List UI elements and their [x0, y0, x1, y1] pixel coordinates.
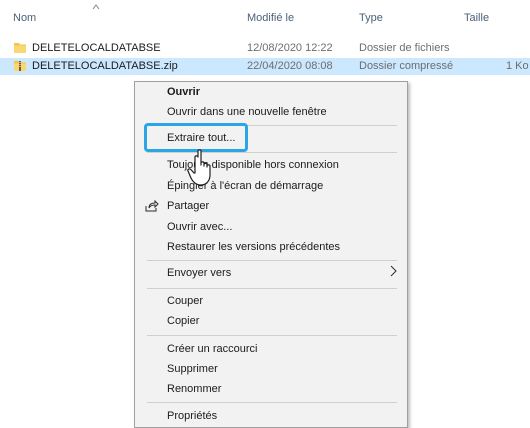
file-modified: 12/08/2020 12:22 [247, 42, 333, 54]
menu-item-share[interactable]: Partager [167, 200, 209, 212]
menu-separator [147, 260, 397, 261]
zip-folder-icon [14, 61, 26, 71]
file-name: DELETELOCALDATABSE.zip [32, 60, 178, 72]
file-modified: 22/04/2020 08:08 [247, 60, 333, 72]
menu-item-cut[interactable]: Couper [167, 295, 203, 307]
menu-item-open-new-window[interactable]: Ouvrir dans une nouvelle fenêtre [167, 106, 327, 118]
sort-ascending-icon [92, 4, 100, 10]
file-row-zip[interactable]: DELETELOCALDATABSE.zip 22/04/2020 08:08 … [0, 58, 530, 75]
file-row-folder[interactable]: DELETELOCALDATABSE 12/08/2020 12:22 Doss… [0, 40, 530, 57]
context-menu: Ouvrir Ouvrir dans une nouvelle fenêtre … [134, 81, 408, 428]
column-header-modified[interactable]: Modifié le [247, 12, 294, 24]
file-type: Dossier compressé [359, 60, 454, 72]
menu-item-copy[interactable]: Copier [167, 315, 199, 327]
menu-separator [147, 288, 397, 289]
file-size: 1 Ko [506, 60, 529, 72]
menu-separator [147, 152, 397, 153]
menu-item-rename[interactable]: Renommer [167, 383, 221, 395]
hand-pointer-icon [187, 149, 211, 186]
menu-item-create-shortcut[interactable]: Créer un raccourci [167, 343, 257, 355]
menu-item-delete[interactable]: Supprimer [167, 363, 218, 375]
share-icon [145, 200, 159, 212]
menu-item-open[interactable]: Ouvrir [167, 86, 200, 98]
menu-separator [147, 402, 397, 403]
column-header-bar: Nom Modifié le Type Taille [0, 0, 530, 30]
file-name: DELETELOCALDATABSE [32, 42, 161, 54]
menu-item-send-to[interactable]: Envoyer vers [167, 267, 231, 279]
folder-icon [14, 43, 26, 53]
menu-separator [147, 335, 397, 336]
column-header-name[interactable]: Nom [13, 12, 36, 24]
menu-item-open-with[interactable]: Ouvrir avec... [167, 221, 232, 233]
column-header-size[interactable]: Taille [464, 12, 489, 24]
file-type: Dossier de fichiers [359, 42, 450, 54]
menu-item-restore-versions[interactable]: Restaurer les versions précédentes [167, 241, 340, 253]
chevron-right-icon [390, 265, 397, 277]
column-header-type[interactable]: Type [359, 12, 383, 24]
menu-item-properties[interactable]: Propriétés [167, 410, 217, 422]
